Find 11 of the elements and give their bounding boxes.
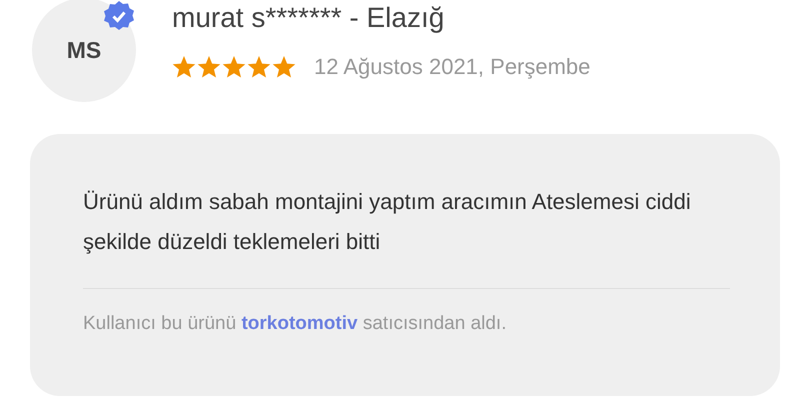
star-icon — [222, 56, 246, 78]
review-text: Ürünü aldım sabah montajini yaptım aracımın Ateslemesi ciddi şekilde düzeldi teklemeleri bitti — [83, 188, 692, 256]
avatar: MS — [32, 0, 136, 102]
seller-note: Kullanıcı bu ürünü torkotomotiv satıcısından aldı. — [83, 313, 506, 334]
reviewer-name: murat s******* - Elazığ — [172, 1, 446, 35]
star-icon — [172, 56, 196, 78]
star-icon — [272, 56, 296, 78]
star-icon — [197, 56, 221, 78]
star-icon — [247, 56, 271, 78]
review-date: 12 Ağustos 2021, Perşembe — [314, 54, 590, 80]
seller-link[interactable]: torkotomotiv — [241, 313, 358, 334]
